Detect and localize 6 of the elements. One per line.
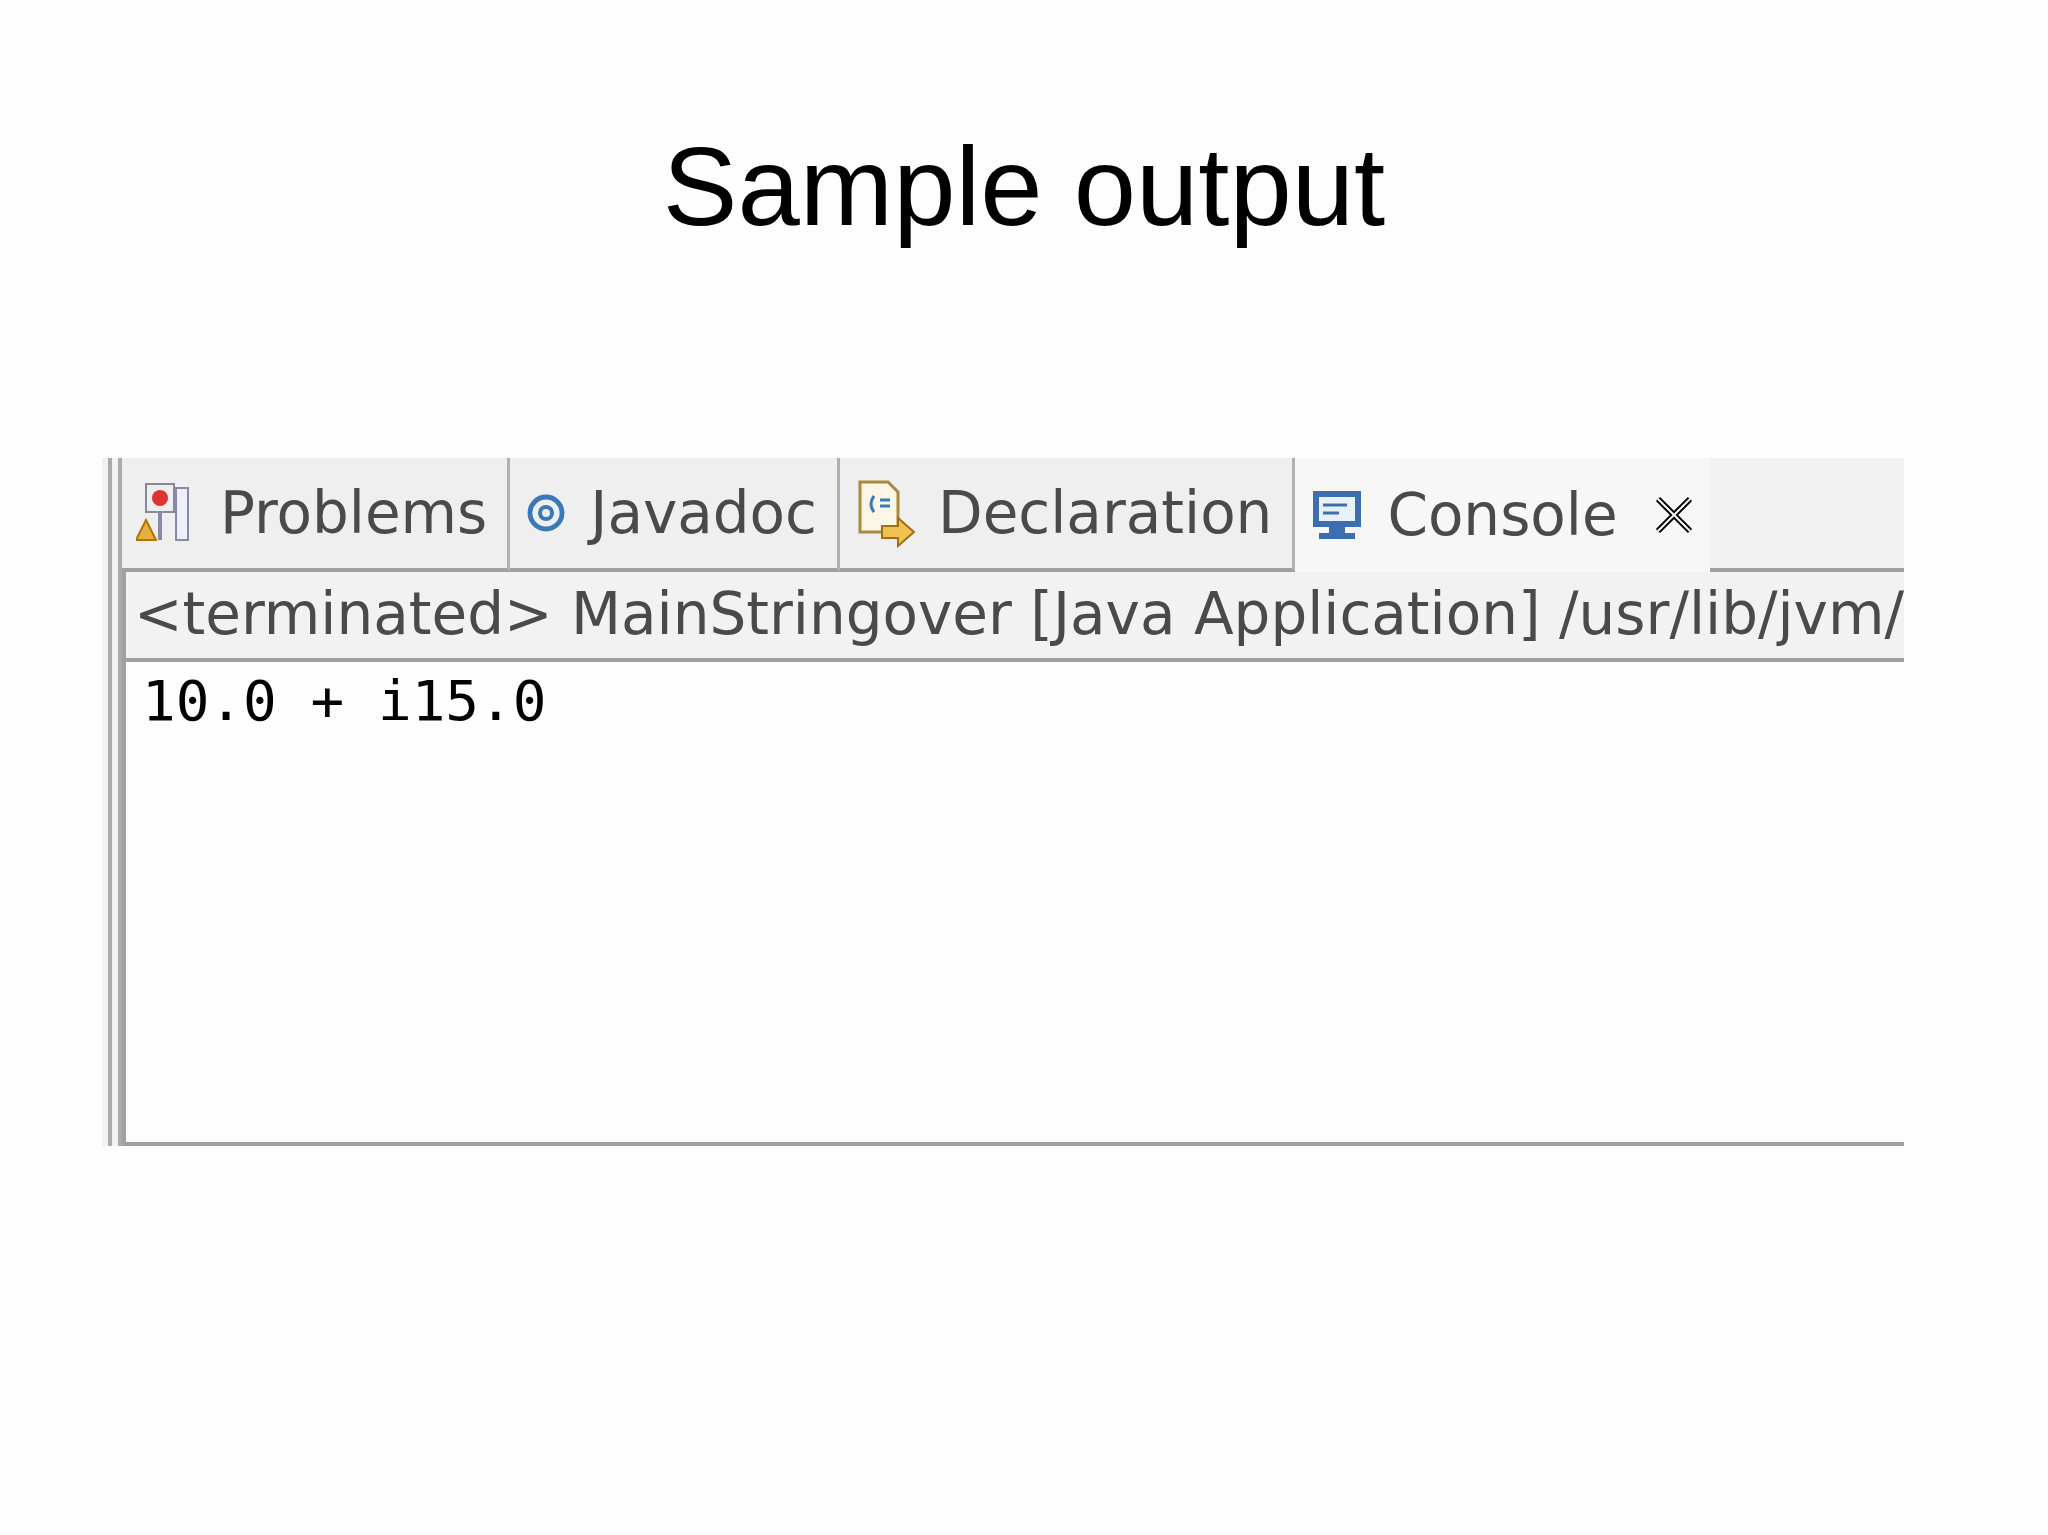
view-tab[interactable]: Declaration xyxy=(840,458,1296,572)
console-output-line: 10.0 + i15.0 xyxy=(141,668,548,733)
view-tab[interactable]: Javadoc xyxy=(510,458,840,572)
view-tab[interactable]: Problems xyxy=(121,458,511,572)
view-tab[interactable]: Console xyxy=(1295,458,1710,572)
slide-title: Sample output xyxy=(661,123,1387,251)
